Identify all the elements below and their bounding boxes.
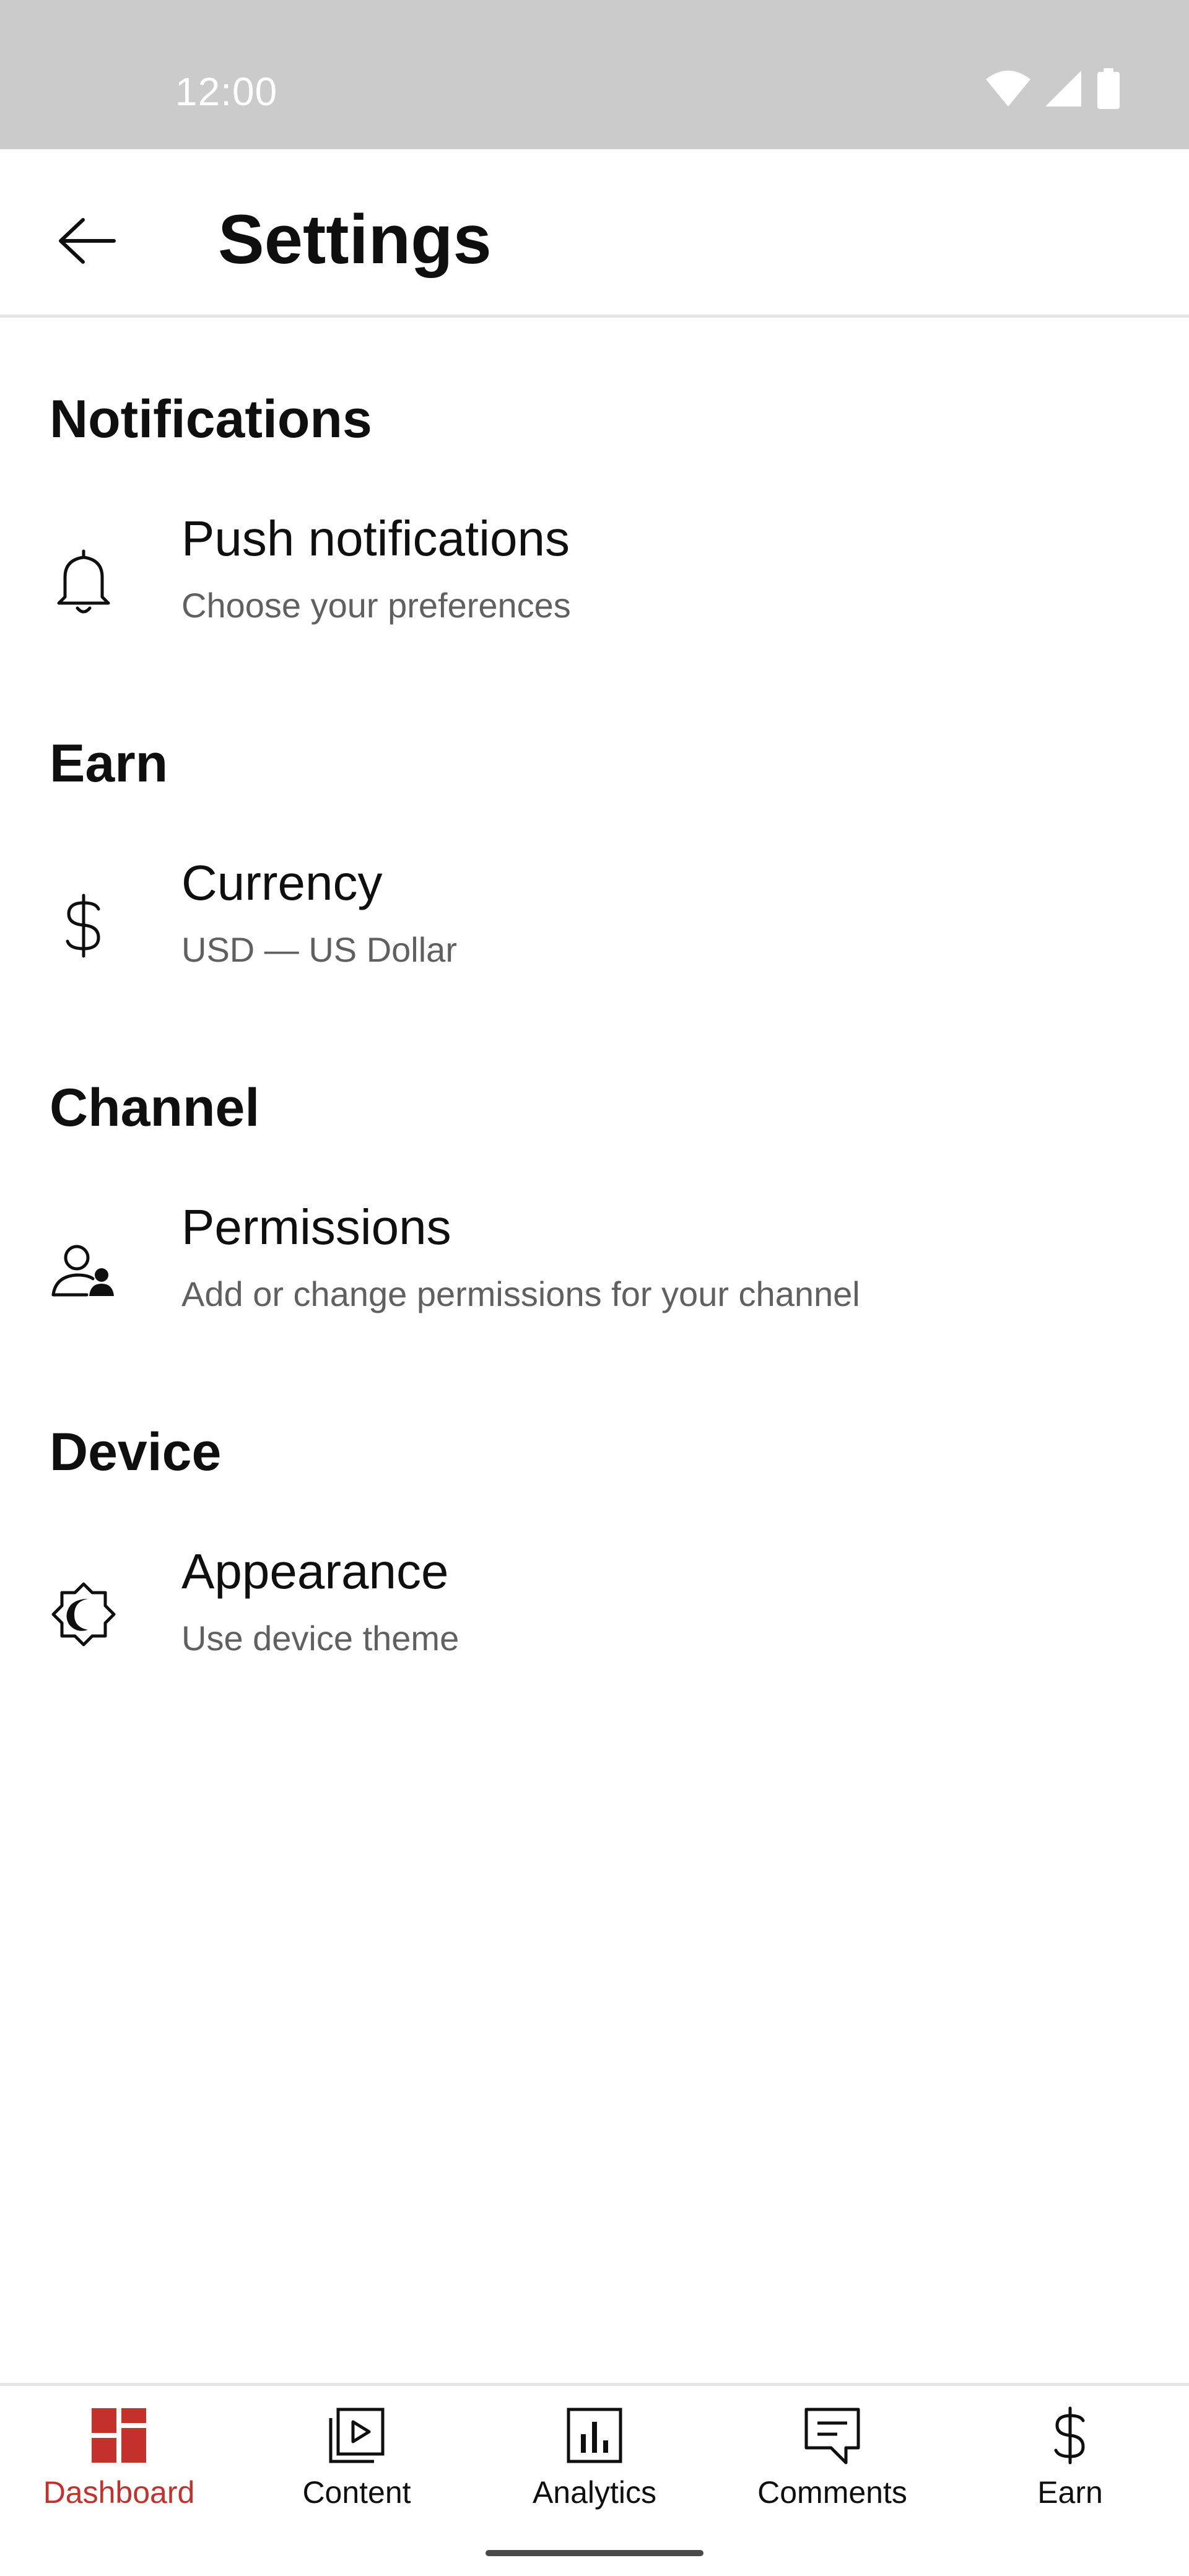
wifi-icon [986, 71, 1030, 107]
section-heading-earn: Earn [50, 734, 168, 793]
status-icons [985, 68, 1133, 111]
setting-title: Currency [181, 855, 383, 910]
cellular-signal-icon [1045, 71, 1081, 107]
person-add-icon [43, 1230, 124, 1310]
battery-icon [1097, 68, 1120, 109]
setting-title: Permissions [181, 1199, 451, 1255]
nav-item-earn[interactable]: Earn [951, 2386, 1189, 2532]
setting-title: Appearance [181, 1544, 449, 1599]
setting-currency[interactable]: Currency USD — US Dollar [0, 842, 1189, 1028]
page-title: Settings [218, 201, 492, 278]
setting-title: Push notifications [181, 511, 570, 566]
nav-label: Earn [1037, 2475, 1103, 2510]
dollar-icon [1039, 2404, 1101, 2466]
comment-icon [801, 2404, 863, 2466]
setting-subtitle: Choose your preferences [181, 586, 571, 625]
setting-subtitle: Add or change permissions for your chann… [181, 1274, 860, 1313]
status-bar: 12:00 [0, 0, 1189, 149]
theme-icon [43, 1574, 124, 1655]
bar-chart-icon [564, 2404, 625, 2466]
status-time: 12:00 [175, 69, 278, 114]
nav-item-analytics[interactable]: Analytics [476, 2386, 713, 2532]
nav-label: Content [302, 2475, 411, 2510]
setting-push-notifications[interactable]: Push notifications Choose your preferenc… [0, 498, 1189, 684]
section-heading-channel: Channel [50, 1078, 260, 1138]
nav-label: Analytics [532, 2475, 657, 2510]
back-button[interactable] [45, 199, 129, 283]
gesture-bar[interactable] [486, 2550, 703, 2556]
bottom-navigation: Dashboard Content Analytics Comments Ear… [0, 2383, 1189, 2529]
arrow-left-icon [59, 218, 116, 264]
setting-appearance[interactable]: Appearance Use device theme [0, 1531, 1189, 1717]
dashboard-icon [88, 2404, 150, 2466]
setting-subtitle: Use device theme [181, 1619, 459, 1658]
section-heading-device: Device [50, 1422, 222, 1482]
nav-item-dashboard[interactable]: Dashboard [0, 2386, 238, 2532]
setting-subtitle: USD — US Dollar [181, 930, 457, 969]
section-heading-notifications: Notifications [50, 389, 372, 449]
video-library-icon [326, 2404, 388, 2466]
nav-label: Dashboard [43, 2475, 195, 2510]
setting-permissions[interactable]: Permissions Add or change permissions fo… [0, 1186, 1189, 1372]
nav-label: Comments [757, 2475, 907, 2510]
bell-icon [43, 541, 124, 622]
dollar-icon [43, 886, 124, 966]
app-bar: Settings [0, 149, 1189, 318]
nav-item-comments[interactable]: Comments [713, 2386, 951, 2532]
nav-item-content[interactable]: Content [238, 2386, 476, 2532]
